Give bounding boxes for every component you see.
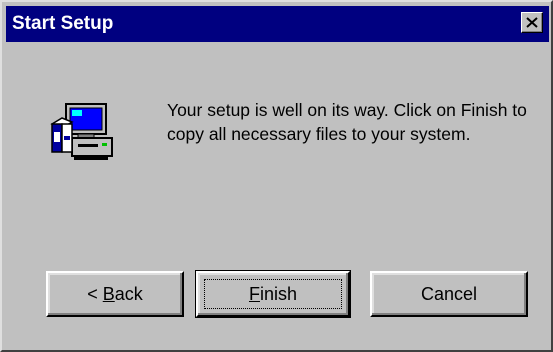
back-button-label: ack <box>114 283 143 304</box>
title-bar[interactable]: Start Setup <box>6 6 549 42</box>
computer-setup-icon <box>50 103 113 160</box>
cancel-button[interactable]: Cancel <box>370 271 528 317</box>
back-button[interactable]: < Back <box>46 271 184 317</box>
setup-message: Your setup is well on its way. Click on … <box>167 100 527 144</box>
finish-button[interactable]: Finish <box>195 270 351 318</box>
close-icon <box>526 17 538 28</box>
cancel-button-label: Cancel <box>420 283 478 304</box>
back-button-prefix: < <box>87 283 103 304</box>
dialog-title: Start Setup <box>12 13 114 34</box>
close-button[interactable] <box>521 12 543 33</box>
finish-button-label: inish <box>259 283 298 304</box>
finish-button-mnemonic: F <box>248 283 260 304</box>
back-button-mnemonic: B <box>102 283 115 304</box>
